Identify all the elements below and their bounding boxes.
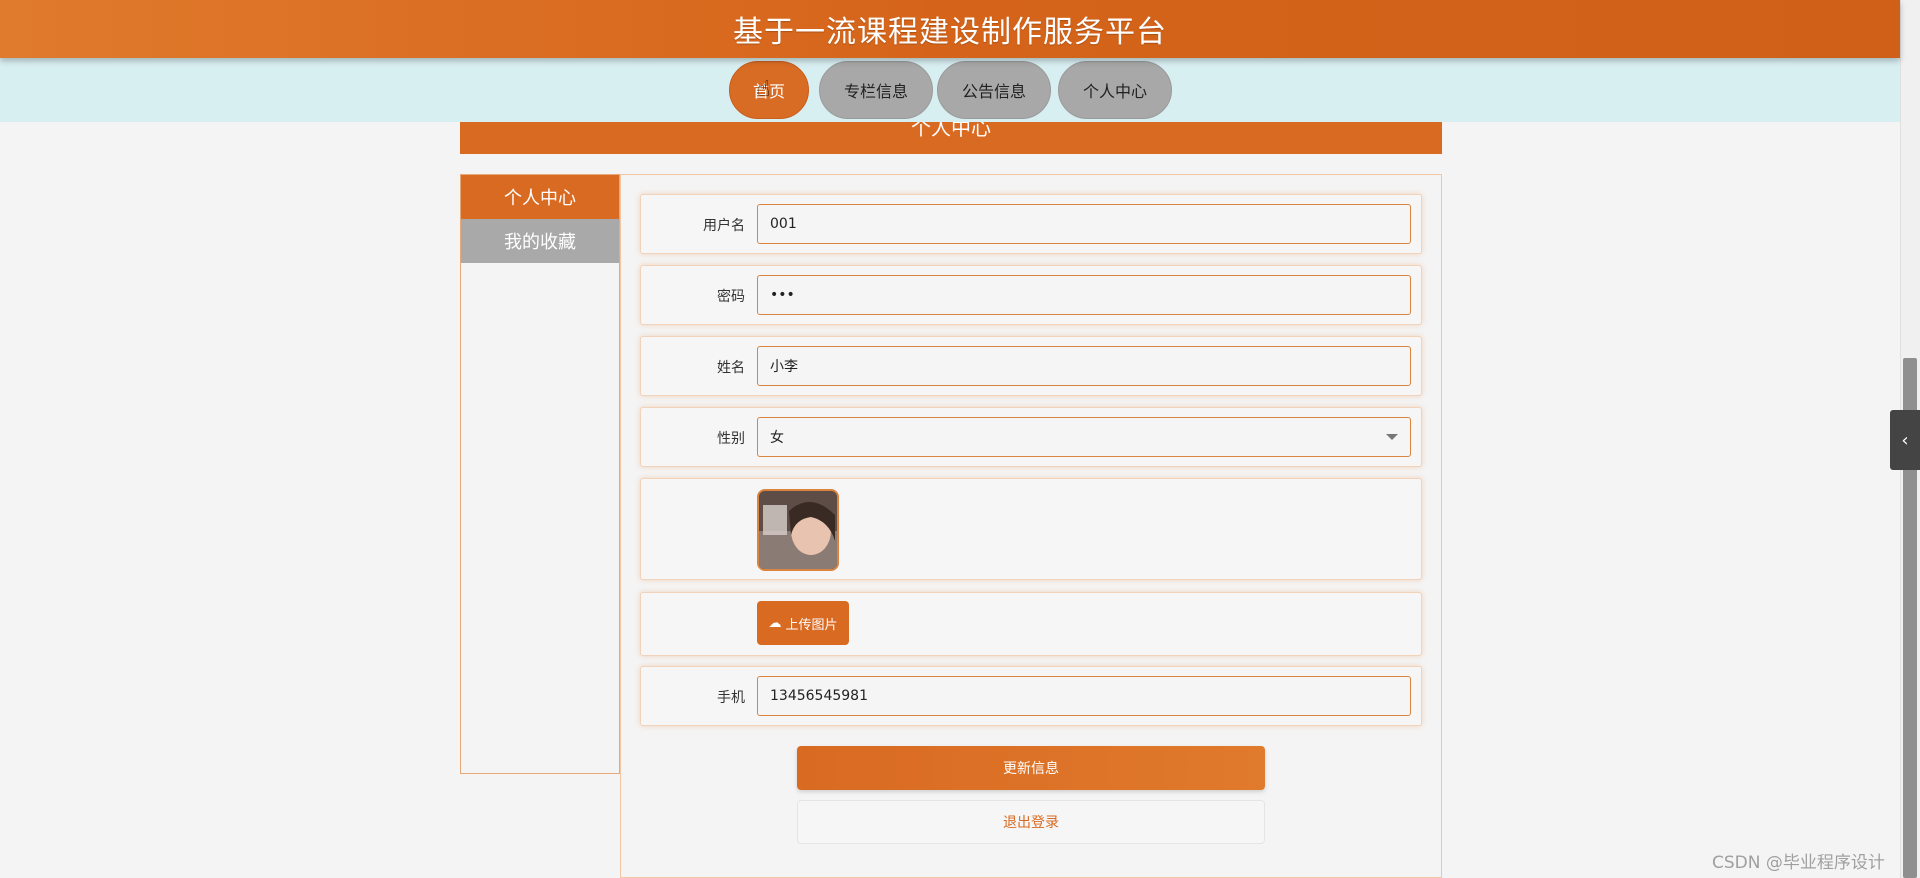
nav-announcements[interactable]: 公告信息 <box>937 61 1051 119</box>
cloud-upload-icon: ☁ <box>768 615 782 631</box>
gender-select[interactable]: 女 <box>757 417 1411 457</box>
nav-columns[interactable]: 专栏信息 <box>819 61 933 119</box>
site-title: 基于一流课程建设制作服务平台 <box>733 15 1167 50</box>
name-label: 姓名 <box>717 360 745 376</box>
name-input[interactable] <box>757 346 1411 386</box>
hand-cursor-icon: ☝ <box>757 77 771 102</box>
password-label: 密码 <box>717 289 745 305</box>
username-label: 用户名 <box>703 218 745 234</box>
form-row-username: 用户名 <box>640 194 1422 254</box>
password-input[interactable] <box>757 275 1411 315</box>
form-row-name: 姓名 <box>640 336 1422 396</box>
username-input[interactable] <box>757 204 1411 244</box>
sidebar-item-personal-center[interactable]: 个人中心 <box>461 175 619 219</box>
site-header: 基于一流课程建设制作服务平台 <box>0 0 1900 58</box>
form-row-phone: 手机 <box>640 666 1422 726</box>
upload-image-button[interactable]: ☁ 上传图片 <box>757 601 849 645</box>
phone-label: 手机 <box>717 690 745 706</box>
form-row-password: 密码 <box>640 265 1422 325</box>
avatar <box>757 489 839 571</box>
upload-button-label: 上传图片 <box>785 617 838 633</box>
sidebar-item-favorites[interactable]: 我的收藏 <box>461 219 619 263</box>
gender-value: 女 <box>770 430 784 446</box>
main-nav: 首页 专栏信息 公告信息 个人中心 <box>0 58 1900 122</box>
form-row-avatar <box>640 478 1422 580</box>
phone-input[interactable] <box>757 676 1411 716</box>
update-info-button[interactable]: 更新信息 <box>797 746 1265 790</box>
chevron-left-icon[interactable]: ‹ <box>1890 410 1920 470</box>
nav-personal-center[interactable]: 个人中心 <box>1058 61 1172 119</box>
chevron-down-icon <box>1386 434 1398 440</box>
form-row-gender: 性别 女 <box>640 407 1422 467</box>
sidebar-menu: 个人中心 我的收藏 <box>460 174 620 774</box>
logout-button[interactable]: 退出登录 <box>797 800 1265 844</box>
section-title-bar: 个人中心 <box>460 122 1442 154</box>
watermark: CSDN @毕业程序设计 <box>1712 853 1885 873</box>
form-row-upload: ☁ 上传图片 <box>640 592 1422 656</box>
section-title: 个人中心 <box>911 122 991 140</box>
gender-label: 性别 <box>717 431 745 447</box>
